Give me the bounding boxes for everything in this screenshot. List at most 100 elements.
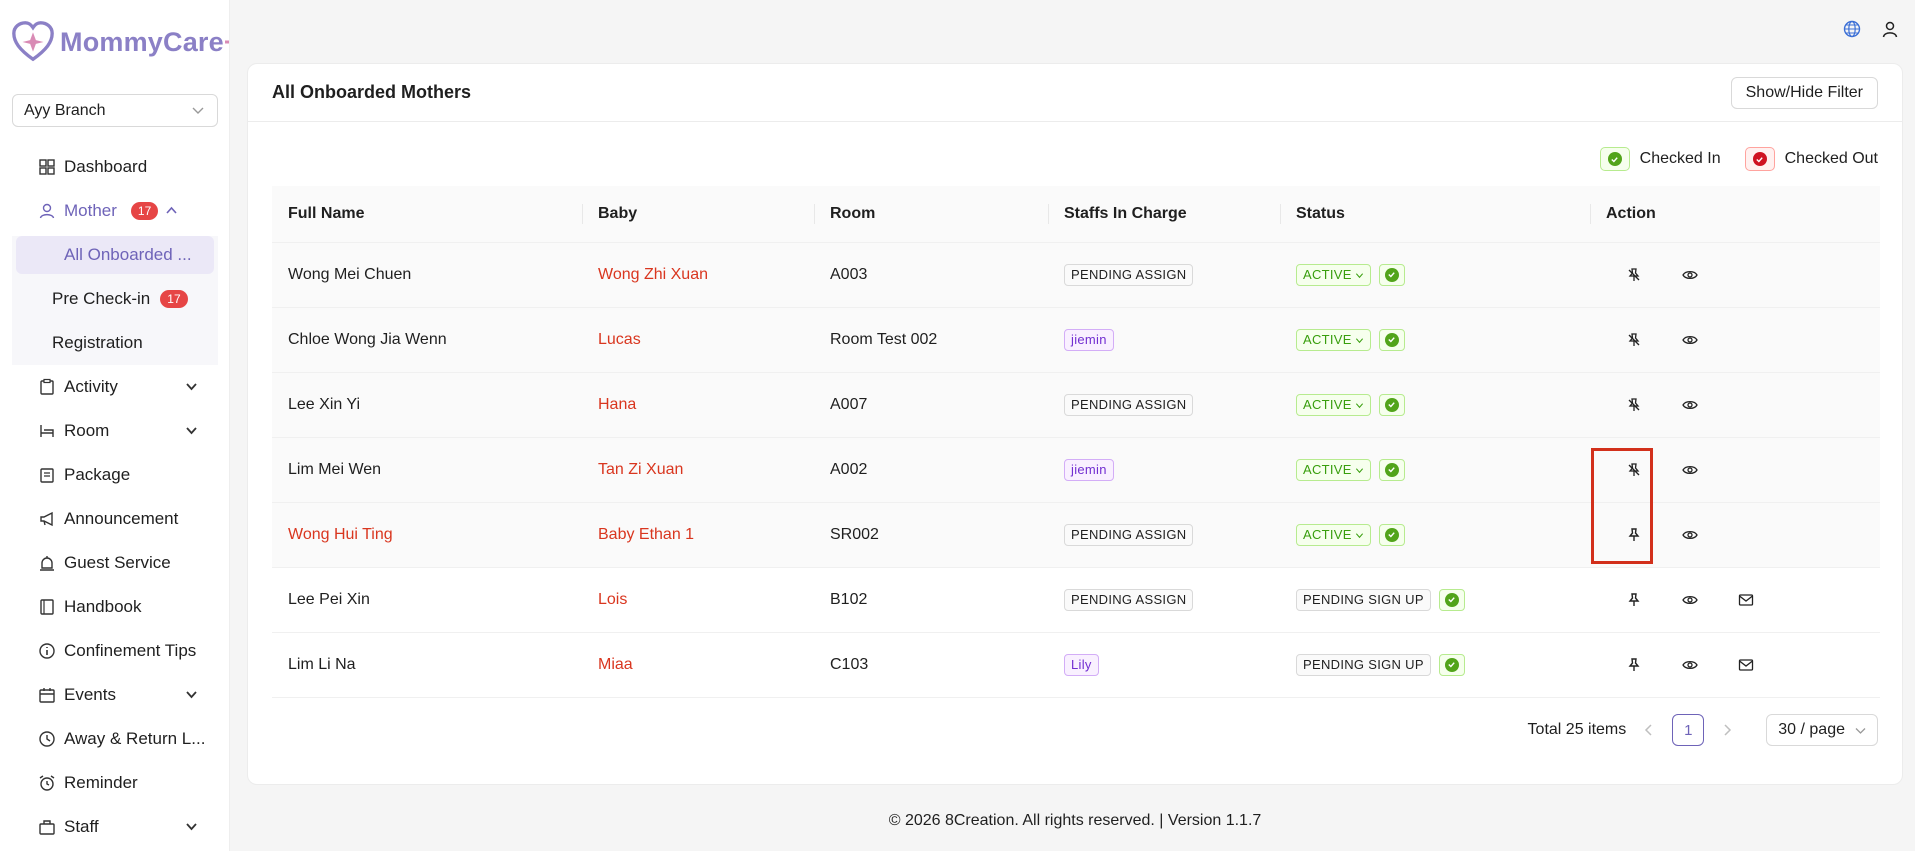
sidebar-item-mother[interactable]: Mother 17	[0, 189, 229, 233]
table-row[interactable]: Lim Li Na Miaa C103 Lily PENDING SIGN UP	[272, 632, 1880, 698]
mother-name: Wong Hui Ting	[288, 525, 393, 543]
highlight-annotation-box	[1591, 448, 1653, 564]
sidebar-item-registration[interactable]: Registration	[0, 321, 218, 365]
cell-baby: Hana	[582, 372, 814, 438]
sidebar-item-staff[interactable]: Staff	[0, 805, 229, 849]
chevron-down-icon	[192, 107, 204, 114]
branch-value: Ayy Branch	[24, 101, 106, 119]
baby-name-link[interactable]: Miaa	[598, 656, 633, 673]
check-in-status-chip	[1378, 328, 1405, 351]
check-circle-icon	[1444, 657, 1459, 672]
pin-button[interactable]	[1606, 657, 1662, 673]
column-header-room[interactable]: Room	[814, 186, 1048, 243]
sidebar-item-guest-service[interactable]: Guest Service	[0, 541, 229, 585]
sidebar-item-pre-check-in[interactable]: Pre Check-in 17	[0, 277, 218, 321]
check-circle-icon	[1444, 592, 1459, 607]
sidebar-item-events[interactable]: Events	[0, 673, 229, 717]
status-dropdown[interactable]: ACTIVE	[1296, 263, 1371, 286]
status-dropdown[interactable]: ACTIVE	[1296, 328, 1371, 351]
unpin-button[interactable]	[1606, 267, 1662, 283]
cell-room: A002	[814, 437, 1048, 503]
app-logo[interactable]: MommyCare+	[10, 18, 229, 66]
sidebar-nav: Dashboard Mother 17 All Onboarded ... Pr…	[0, 145, 229, 849]
eye-icon	[1682, 660, 1698, 669]
sidebar-item-dashboard[interactable]: Dashboard	[0, 145, 229, 189]
check-in-status-chip	[1438, 653, 1465, 676]
view-button[interactable]	[1662, 462, 1718, 478]
check-in-status-chip	[1378, 263, 1405, 286]
chevron-right-icon[interactable]	[1720, 723, 1734, 737]
status-label: ACTIVE	[1303, 331, 1352, 347]
chevron-left-icon[interactable]	[1642, 723, 1656, 737]
baby-name-link[interactable]: Lucas	[598, 331, 641, 348]
view-button[interactable]	[1662, 267, 1718, 283]
sidebar-item-label: Confinement Tips	[64, 641, 197, 660]
cell-room: B102	[814, 567, 1048, 633]
status-dropdown[interactable]: ACTIVE	[1296, 393, 1371, 416]
header-actions	[1843, 20, 1899, 38]
baby-name-link[interactable]: Baby Ethan 1	[598, 526, 694, 543]
branch-select[interactable]: Ayy Branch	[12, 94, 218, 127]
table-row[interactable]: Lee Pei Xin Lois B102 PENDING ASSIGN PENDING…	[272, 567, 1880, 633]
column-header-staffs[interactable]: Staffs In Charge	[1048, 186, 1280, 243]
mail-icon	[1738, 593, 1754, 606]
cell-baby: Lucas	[582, 307, 814, 373]
cell-room: A003	[814, 242, 1048, 308]
cell-status: ACTIVE	[1280, 502, 1590, 568]
user-profile-icon[interactable]	[1881, 20, 1899, 38]
page-size-select[interactable]: 30 / page	[1766, 714, 1878, 746]
view-button[interactable]	[1662, 657, 1718, 673]
sidebar-item-room[interactable]: Room	[0, 409, 229, 453]
cell-status: PENDING SIGN UP	[1280, 632, 1590, 698]
sidebar-item-away-return[interactable]: Away & Return L...	[0, 717, 229, 761]
status-label: ACTIVE	[1303, 396, 1352, 412]
status-dropdown[interactable]: ACTIVE	[1296, 523, 1371, 546]
table-row[interactable]: Lee Xin Yi Hana A007 PENDING ASSIGN ACTIVE	[272, 372, 1880, 438]
view-button[interactable]	[1662, 592, 1718, 608]
sidebar-item-reminder[interactable]: Reminder	[0, 761, 229, 805]
column-header-baby[interactable]: Baby	[582, 186, 814, 243]
sidebar-item-package[interactable]: Package	[0, 453, 229, 497]
cell-full-name: Lee Xin Yi	[272, 372, 582, 438]
show-hide-filter-button[interactable]: Show/Hide Filter	[1730, 76, 1878, 109]
page-number-button[interactable]: 1	[1672, 714, 1705, 746]
cell-baby: Miaa	[582, 632, 814, 698]
mothers-table: Full Name Baby Room Staffs In Charge Sta…	[272, 186, 1880, 698]
status-dropdown[interactable]: PENDING SIGN UP	[1296, 653, 1431, 676]
status-dropdown[interactable]: PENDING SIGN UP	[1296, 588, 1431, 611]
baby-name-link[interactable]: Hana	[598, 396, 636, 413]
baby-name-link[interactable]: Lois	[598, 591, 627, 608]
card-header: All Onboarded Mothers Show/Hide Filter	[248, 64, 1902, 122]
view-button[interactable]	[1662, 397, 1718, 413]
check-circle-icon	[1384, 267, 1399, 282]
view-button[interactable]	[1662, 332, 1718, 348]
globe-icon[interactable]	[1843, 20, 1861, 38]
sidebar-item-announcement[interactable]: Announcement	[0, 497, 229, 541]
sidebar-item-handbook[interactable]: Handbook	[0, 585, 229, 629]
send-email-button[interactable]	[1718, 657, 1774, 673]
staff-tag: jiemin	[1064, 458, 1114, 481]
status-dropdown[interactable]: ACTIVE	[1296, 458, 1371, 481]
baby-name-link[interactable]: Tan Zi Xuan	[598, 461, 683, 478]
pin-button[interactable]	[1606, 592, 1662, 608]
sidebar-item-all-onboarded[interactable]: All Onboarded ...	[16, 236, 214, 274]
mother-name: Wong Mei Chuen	[288, 265, 412, 283]
unpin-button[interactable]	[1606, 332, 1662, 348]
eye-icon	[1682, 335, 1698, 344]
cell-staff: PENDING ASSIGN	[1048, 567, 1280, 633]
sidebar-item-label: Dashboard	[64, 157, 148, 176]
sidebar-item-confinement-tips[interactable]: Confinement Tips	[0, 629, 229, 673]
view-button[interactable]	[1662, 527, 1718, 543]
column-header-status[interactable]: Status	[1280, 186, 1590, 243]
table-row[interactable]: Wong Mei Chuen Wong Zhi Xuan A003 PENDING A…	[272, 242, 1880, 308]
unpin-icon	[1628, 397, 1640, 411]
send-email-button[interactable]	[1718, 592, 1774, 608]
unpin-button[interactable]	[1606, 397, 1662, 413]
column-header-full-name[interactable]: Full Name	[272, 186, 582, 243]
baby-name-link[interactable]: Wong Zhi Xuan	[598, 266, 708, 283]
sidebar-item-activity[interactable]: Activity	[0, 365, 229, 409]
eye-icon	[1682, 400, 1698, 409]
mother-name: Chloe Wong Jia Wenn	[288, 330, 447, 348]
table-row[interactable]: Chloe Wong Jia Wenn Lucas Room Test 002 jie…	[272, 307, 1880, 373]
clipboard-icon	[40, 378, 54, 395]
